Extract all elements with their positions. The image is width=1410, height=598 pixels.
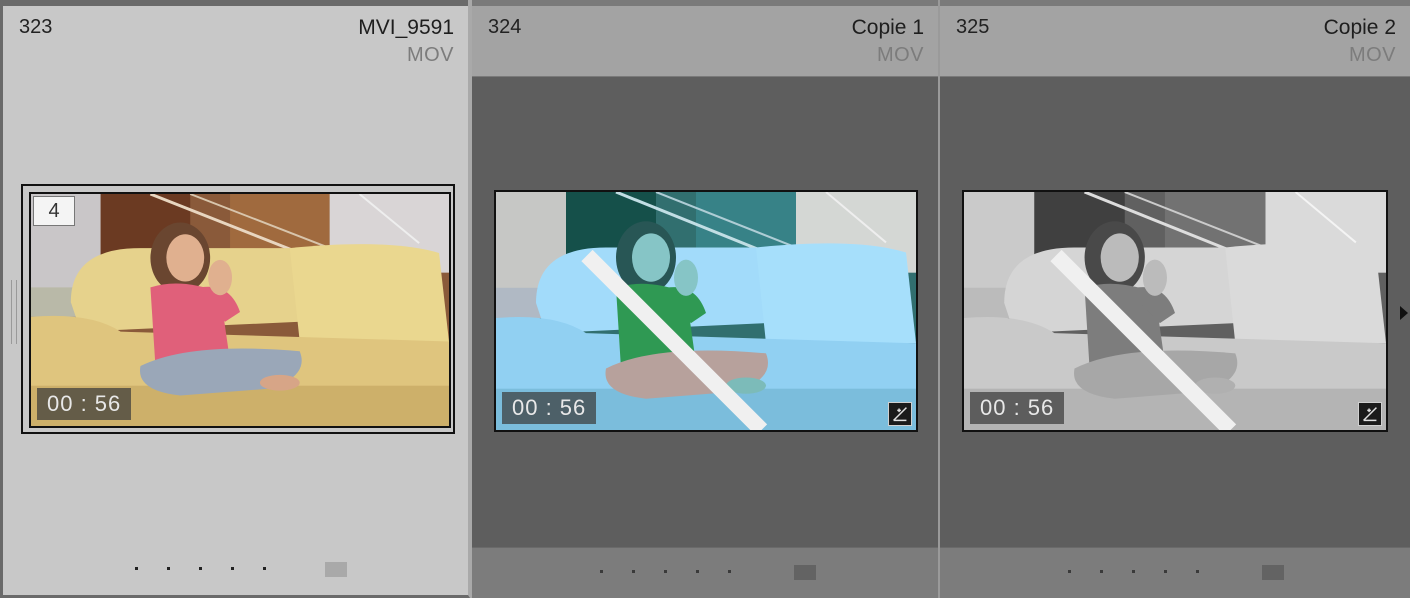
rating-dot[interactable] — [696, 570, 699, 573]
file-type: MOV — [1348, 44, 1396, 66]
rating-dot[interactable] — [167, 567, 170, 570]
rating-dot[interactable] — [728, 570, 731, 573]
cell-index: 323 — [19, 16, 53, 38]
filmstrip-grid: 323 MVI_9591 MOV 4 00 : 56 324 Copie 1 M… — [0, 0, 1410, 598]
rating-dot[interactable] — [199, 567, 202, 570]
cell-footer — [3, 545, 468, 595]
rating-dot[interactable] — [600, 570, 603, 573]
stack-count-badge[interactable]: 4 — [33, 196, 75, 226]
file-type: MOV — [876, 44, 924, 66]
video-thumbnail[interactable]: 00 : 56 — [962, 190, 1388, 432]
rating-dot[interactable] — [632, 570, 635, 573]
grid-cell-325[interactable]: 325 Copie 2 MOV 00 : 56 — [938, 0, 1410, 598]
file-name: Copie 2 — [1323, 16, 1396, 39]
cell-index: 324 — [488, 16, 522, 38]
rating-dot[interactable] — [231, 567, 234, 570]
rating-dot[interactable] — [1164, 570, 1167, 573]
cell-header: 324 Copie 1 MOV — [472, 6, 938, 77]
rating-dot[interactable] — [263, 567, 266, 570]
flag-icon[interactable] — [1262, 565, 1284, 580]
rating-dot[interactable] — [1068, 570, 1071, 573]
cell-footer — [472, 547, 938, 598]
cell-header: 325 Copie 2 MOV — [940, 6, 1410, 77]
video-duration: 00 : 56 — [970, 392, 1065, 424]
edit-adjustment-icon[interactable] — [1358, 402, 1382, 426]
video-duration: 00 : 56 — [502, 392, 597, 424]
drag-handle[interactable] — [11, 280, 17, 344]
rating-dot[interactable] — [1196, 570, 1199, 573]
cell-footer — [940, 547, 1410, 598]
rating-dot[interactable] — [664, 570, 667, 573]
video-duration: 00 : 56 — [37, 388, 132, 420]
file-type: MOV — [406, 44, 454, 66]
video-thumbnail[interactable]: 00 : 56 — [494, 190, 918, 432]
rating-dot[interactable] — [1132, 570, 1135, 573]
cell-index: 325 — [956, 16, 990, 38]
grid-cell-323[interactable]: 323 MVI_9591 MOV 4 00 : 56 — [0, 0, 470, 598]
video-thumbnail[interactable]: 4 00 : 56 — [29, 192, 451, 428]
grid-cell-324[interactable]: 324 Copie 1 MOV 00 : 56 — [470, 0, 938, 598]
file-name: MVI_9591 — [358, 16, 454, 39]
file-name: Copie 1 — [851, 16, 924, 39]
cell-header: 323 MVI_9591 MOV — [3, 6, 468, 76]
edit-adjustment-icon[interactable] — [888, 402, 912, 426]
rating-dot[interactable] — [135, 567, 138, 570]
rating-dot[interactable] — [1100, 570, 1103, 573]
flag-icon[interactable] — [325, 562, 347, 577]
arrow-right-icon[interactable] — [1400, 306, 1408, 320]
flag-icon[interactable] — [794, 565, 816, 580]
